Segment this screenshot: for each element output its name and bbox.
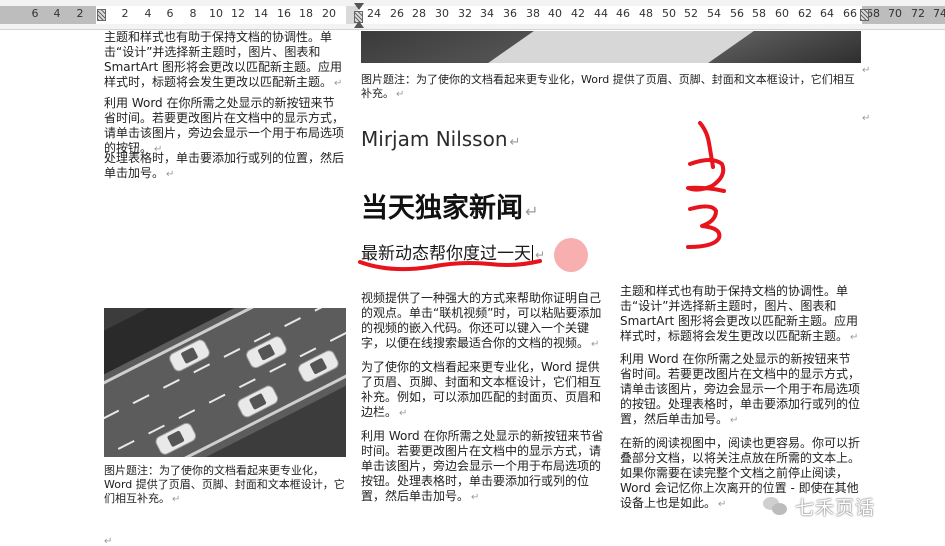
- hanging-indent-marker[interactable]: [354, 21, 364, 28]
- paragraph-mark-icon: ↵: [730, 415, 739, 426]
- handwritten-digit-3: [686, 204, 722, 249]
- headline[interactable]: 当天独家新闻 ↵: [361, 193, 538, 228]
- ruler-number: 42: [571, 7, 585, 20]
- paragraph-mark-icon: ↵: [166, 169, 175, 180]
- ruler-number: 6: [166, 7, 174, 20]
- left-photo-caption[interactable]: 图片题注：为了使你的文档看起来更专业化，Word 提供了页眉、页脚、封面和文本框…: [104, 464, 350, 507]
- paragraph-mark-icon: ↵: [862, 113, 871, 124]
- horizontal-ruler[interactable]: 6 4 2 2 4 6 8 10 12 14 16 18 20 24 26 28…: [0, 0, 945, 30]
- paragraph-mark-icon: ↵: [104, 536, 113, 546]
- ruler-number: 56: [730, 7, 744, 20]
- ruler-number: 34: [480, 7, 494, 20]
- author-name[interactable]: Mirjam Nilsson ↵: [361, 127, 520, 155]
- ruler-number: 26: [390, 7, 404, 20]
- right-para-2[interactable]: 利用 Word 在你所需之处显示的新按钮来节省时间。若要更改图片在文档中的显示方…: [620, 352, 860, 428]
- ruler-number: 62: [798, 7, 812, 20]
- mouse-pointer-highlight: [554, 238, 588, 272]
- right-indent-marker[interactable]: [860, 9, 869, 21]
- ruler-number: 32: [458, 7, 472, 20]
- ruler-number: 38: [526, 7, 540, 20]
- ruler-number: 52: [684, 7, 698, 20]
- photo-highlight: [488, 31, 754, 63]
- ruler-number: 14: [254, 7, 268, 20]
- paragraph-mark-icon: ↵: [850, 332, 859, 343]
- middle-para-2[interactable]: 为了使你的文档看起来更专业化，Word 提供了页眉、页脚、封面和文本框设计，它们…: [361, 360, 611, 421]
- wechat-icon: [763, 495, 789, 517]
- ruler-number: 10: [209, 7, 223, 20]
- paragraph-mark-icon: ↵: [334, 78, 343, 89]
- subheadline[interactable]: 最新动态帮你度过一天 ↵: [361, 243, 545, 266]
- text-cursor: [532, 245, 533, 263]
- ruler-number: 4: [144, 7, 152, 20]
- ruler-number: 30: [435, 7, 449, 20]
- paragraph-mark-icon: ↵: [591, 339, 600, 350]
- paragraph-mark-icon: ↵: [535, 248, 546, 262]
- ruler-number: 46: [616, 7, 630, 20]
- left-para-2[interactable]: 利用 Word 在你所需之处显示的新按钮来节省时间。若要更改图片在文档中的显示方…: [104, 96, 346, 157]
- paragraph-mark-icon: ↵: [862, 65, 871, 76]
- paragraph-mark-icon: ↵: [471, 492, 480, 503]
- ruler-number: 54: [707, 7, 721, 20]
- ruler-number: 28: [412, 7, 426, 20]
- highway-photo[interactable]: [104, 308, 346, 457]
- paragraph-mark-icon: ↵: [525, 202, 539, 221]
- paragraph-mark-icon: ↵: [399, 408, 408, 419]
- ruler-number: 4: [53, 7, 61, 20]
- ruler-number: 18: [299, 7, 313, 20]
- ruler-number: 2: [76, 7, 84, 20]
- ruler-number: 60: [775, 7, 789, 20]
- ruler-number: 8: [189, 7, 197, 20]
- ruler-number: 50: [662, 7, 676, 20]
- top-photo[interactable]: [361, 31, 861, 63]
- left-para-3[interactable]: 处理表格时，单击要添加行或列的位置，然后单击加号。 ↵: [104, 151, 346, 182]
- ruler-number: 6: [31, 7, 39, 20]
- paragraph-mark-icon: ↵: [172, 494, 181, 505]
- paragraph-mark-icon: ↵: [509, 135, 521, 150]
- ruler-number: 66: [843, 7, 857, 20]
- left-para-1[interactable]: 主题和样式也有助于保持文档的协调性。单击“设计”并选择新主题时，图片、图表和 S…: [104, 30, 346, 91]
- paragraph-mark-icon: ↵: [718, 499, 727, 510]
- left-indent-marker[interactable]: [97, 9, 106, 21]
- ruler-number: 36: [503, 7, 517, 20]
- watermark: 七禾页话: [763, 491, 875, 521]
- ruler-number: 2: [121, 7, 129, 20]
- middle-para-1[interactable]: 视频提供了一种强大的方式来帮助你证明自己的观点。单击“联机视频”时，可以粘贴要添…: [361, 291, 611, 352]
- ruler-number: 40: [548, 7, 562, 20]
- ruler-number: 16: [277, 7, 291, 20]
- right-para-1[interactable]: 主题和样式也有助于保持文档的协调性。单击“设计”并选择新主题时，图片、图表和 S…: [620, 284, 860, 345]
- top-photo-caption[interactable]: 图片题注：为了使你的文档看起来更专业化，Word 提供了页眉、页脚、封面和文本框…: [361, 73, 861, 102]
- watermark-text: 七禾页话: [795, 496, 876, 519]
- document-page[interactable]: 主题和样式也有助于保持文档的协调性。单击“设计”并选择新主题时，图片、图表和 S…: [0, 30, 945, 546]
- ruler-number: 58: [752, 7, 766, 20]
- ruler-number: 24: [367, 7, 381, 20]
- middle-para-3[interactable]: 利用 Word 在你所需之处显示的新按钮来节省时间。若要更改图片在文档中的显示方…: [361, 429, 611, 505]
- ruler-number: 12: [231, 7, 245, 20]
- ruler-number: 20: [322, 7, 336, 20]
- ruler-number: 64: [820, 7, 834, 20]
- handwritten-digit-1: [698, 121, 715, 169]
- ruler-number: 72: [911, 7, 925, 20]
- ruler-numbers: 6 4 2 2 4 6 8 10 12 14 16 18 20 24 26 28…: [0, 7, 945, 23]
- handwritten-digit-2: [686, 158, 726, 193]
- first-line-indent-marker[interactable]: [354, 3, 364, 10]
- ruler-number: 44: [594, 7, 608, 20]
- ruler-number: 48: [639, 7, 653, 20]
- ruler-number: 70: [888, 7, 902, 20]
- paragraph-mark-icon: ↵: [396, 89, 405, 100]
- ruler-number: 74: [933, 7, 945, 20]
